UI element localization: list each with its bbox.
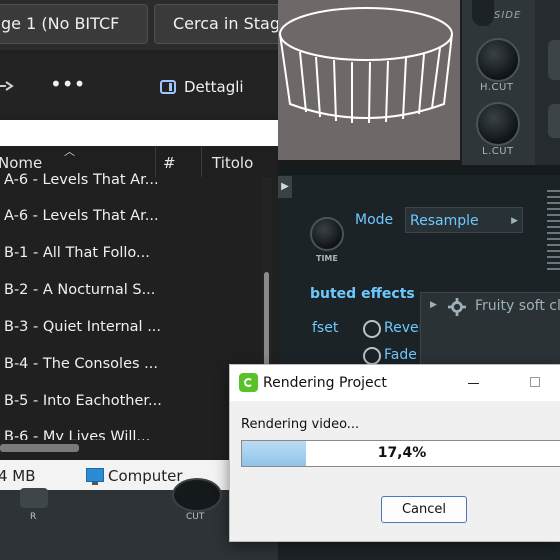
r-control[interactable]: [20, 488, 48, 508]
address-tab[interactable]: ge 1 (No BITCF: [0, 4, 148, 44]
details-button[interactable]: Dettagli: [160, 74, 244, 100]
list-item[interactable]: B-1 - All That Follo...: [4, 245, 150, 261]
edge-button[interactable]: [548, 40, 560, 80]
progress-percentage: 17,4%: [377, 445, 427, 461]
list-item[interactable]: B-3 - Quiet Internal ...: [4, 319, 161, 335]
hcut-knob[interactable]: [476, 38, 520, 82]
maximize-button[interactable]: [530, 377, 540, 387]
sort-chevron-icon: ︿: [64, 145, 75, 158]
reverse-radio[interactable]: [363, 320, 381, 338]
explorer-top-bar: ge 1 (No BITCF Cerca in Stag: [0, 0, 278, 50]
share-icon[interactable]: [0, 78, 16, 98]
side-toggle[interactable]: [472, 0, 494, 26]
cylinder-wireframe: [279, 7, 453, 124]
more-options-icon[interactable]: •••: [50, 74, 85, 94]
search-input[interactable]: Cerca in Stag: [154, 4, 278, 44]
plugin-header-strip: [278, 165, 560, 175]
path-field[interactable]: [0, 120, 278, 146]
status-location: Computer: [108, 467, 183, 485]
dialog-titlebar[interactable]: Rendering Project: [230, 365, 560, 401]
fade-label: Fade: [384, 347, 417, 363]
address-tab-label: ge 1 (No BITCF: [1, 14, 120, 33]
chevron-right-icon: ▶: [511, 216, 518, 226]
computer-icon: [86, 468, 104, 485]
minimize-button[interactable]: [468, 383, 479, 384]
list-item[interactable]: B-6 - My Lives Will...: [4, 429, 150, 440]
details-pane-icon: [160, 80, 176, 94]
lcut-knob[interactable]: [476, 102, 520, 146]
status-size: 4 MB: [0, 467, 36, 485]
list-item[interactable]: B-5 - Into Eachother...: [4, 393, 162, 409]
fade-radio[interactable]: [363, 347, 381, 365]
horizontal-scrollbar-thumb[interactable]: [0, 444, 79, 452]
gear-icon[interactable]: [448, 298, 466, 316]
render-status-text: Rendering video...: [241, 417, 360, 432]
cut-label: CUT: [186, 512, 205, 522]
hcut-label: H.CUT: [480, 82, 514, 93]
details-label: Dettagli: [184, 78, 244, 96]
list-item[interactable]: B-2 - A Nocturnal S...: [4, 282, 155, 298]
divider: [460, 0, 462, 165]
r-label: R: [30, 512, 37, 522]
lcut-label: L.CUT: [482, 146, 514, 157]
edge-button[interactable]: [548, 104, 560, 138]
list-item[interactable]: A-6 - Levels That Ar...: [4, 172, 159, 188]
time-knob[interactable]: [310, 217, 344, 251]
mode-select[interactable]: Resample ▶: [405, 207, 523, 233]
offset-label: fset: [312, 320, 339, 336]
waveform-3d-panel: [278, 0, 460, 160]
progress-bar: 17,4%: [241, 440, 560, 467]
app-icon: [239, 373, 258, 392]
expand-arrow-icon[interactable]: ▶: [278, 176, 292, 198]
cut-knob[interactable]: [172, 478, 222, 512]
list-item[interactable]: A-6 - Levels That Ar...: [4, 208, 159, 224]
side-label: SIDE: [494, 10, 522, 21]
dialog-title: Rendering Project: [263, 375, 387, 391]
level-meter: [547, 190, 560, 270]
file-list: A-6 - Levels That Ar... A-6 - Levels Tha…: [0, 160, 262, 440]
right-edge-panel: [535, 0, 560, 165]
effects-label: buted effects: [310, 286, 415, 302]
list-item[interactable]: B-4 - The Consoles ...: [4, 356, 158, 372]
mode-label: Mode: [355, 212, 394, 228]
time-label: TIME: [316, 254, 338, 263]
mode-value: Resample: [410, 213, 479, 229]
expand-arrow-icon[interactable]: ▶: [430, 300, 437, 310]
reverse-label: Rever: [384, 320, 425, 336]
search-placeholder: Cerca in Stag: [173, 14, 278, 33]
cancel-button[interactable]: Cancel: [381, 496, 467, 523]
rendering-dialog: Rendering Project Rendering video... 17,…: [229, 364, 560, 542]
fruity-soft-clipper-label: Fruity soft cli: [475, 298, 560, 314]
